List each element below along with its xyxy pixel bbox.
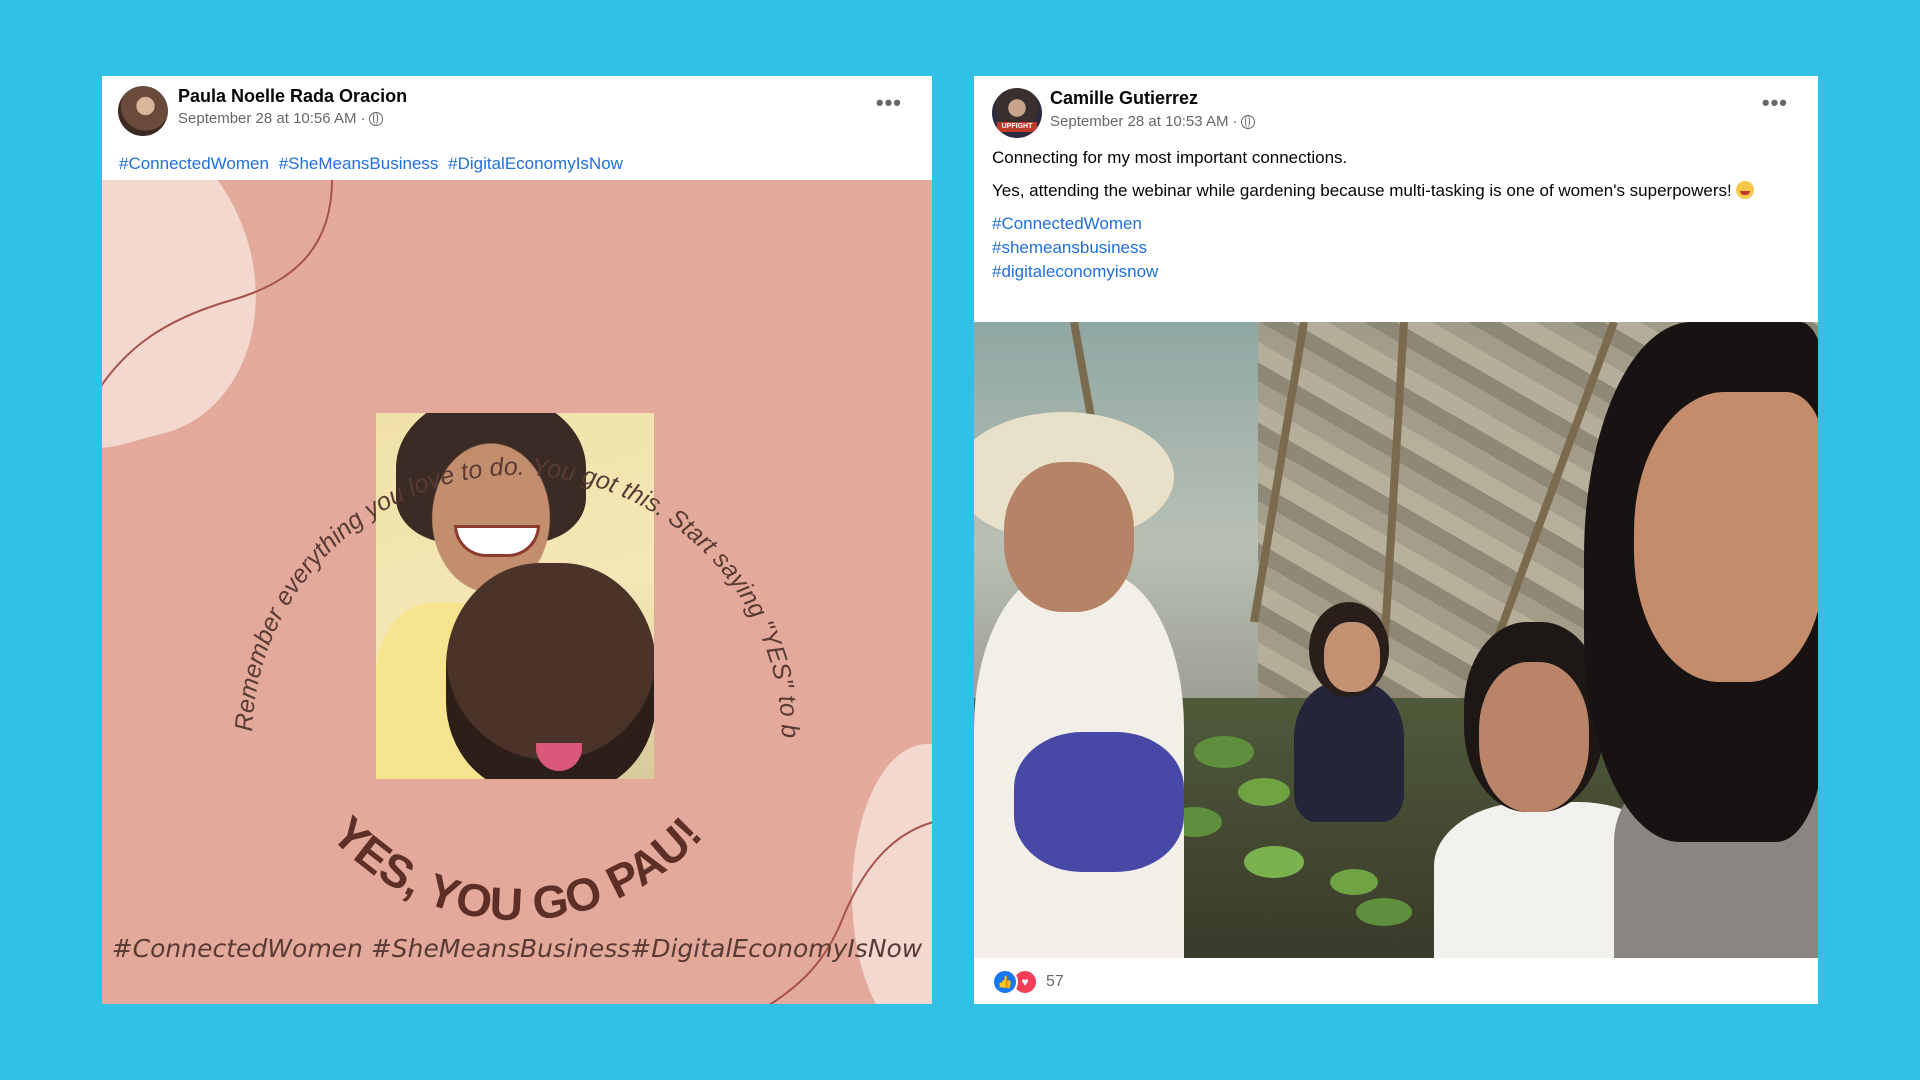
hashtag-link[interactable]: #ConnectedWomen — [992, 212, 1800, 236]
more-options-icon[interactable]: ••• — [1762, 92, 1788, 114]
hashtag-link[interactable]: #SheMeansBusiness — [279, 154, 439, 173]
post-header: Paula Noelle Rada Oracion September 28 a… — [102, 76, 932, 146]
hashtag-link[interactable]: #DigitalEconomyIsNow — [448, 154, 623, 173]
post-hashtags: #ConnectedWomen #shemeansbusiness #digit… — [974, 212, 1818, 284]
reactions-bar[interactable]: 👍 ♥ 57 — [992, 969, 1064, 995]
post-timestamp[interactable]: September 28 at 10:56 AM — [178, 110, 356, 127]
poster-hashtags: #ConnectedWomen #SheMeansBusiness#Digita… — [111, 934, 923, 963]
poster-text-art: Remember everything you love to do. You … — [102, 180, 804, 930]
svg-text:YES, YOU GO PAU!: YES, YOU GO PAU! — [322, 806, 711, 930]
poster-arc-quote: Remember everything you love to do. You … — [102, 180, 804, 739]
post-card-camille: UPFIGHT Camille Gutierrez September 28 a… — [974, 76, 1818, 1004]
hashtag-link[interactable]: #ConnectedWomen — [119, 154, 269, 173]
svg-text:Remember everything you love t: Remember everything you love to do. You … — [102, 180, 804, 739]
globe-icon — [369, 111, 384, 126]
post-text-line: Yes, attending the webinar while gardeni… — [992, 179, 1800, 203]
more-options-icon[interactable]: ••• — [876, 92, 902, 114]
poster-headline: YES, YOU GO PAU! — [322, 806, 711, 930]
avatar-badge: UPFIGHT — [997, 122, 1037, 132]
like-icon: 👍 — [992, 969, 1018, 995]
author-name[interactable]: Paula Noelle Rada Oracion — [178, 86, 407, 107]
author-avatar[interactable]: UPFIGHT — [992, 88, 1042, 138]
reaction-count[interactable]: 57 — [1046, 973, 1064, 991]
post-meta: September 28 at 10:56 AM · — [178, 110, 384, 127]
hashtag-link[interactable]: #digitaleconomyisnow — [992, 260, 1800, 284]
globe-icon — [1241, 114, 1256, 129]
grinning-emoji-icon — [1736, 181, 1755, 199]
hashtag-link[interactable]: #shemeansbusiness — [992, 236, 1800, 260]
post-image-poster[interactable]: Remember everything you love to do. You … — [102, 180, 932, 1004]
post-body: Connecting for my most important connect… — [974, 146, 1818, 203]
post-text-line: Connecting for my most important connect… — [992, 148, 1348, 167]
post-card-paula: Paula Noelle Rada Oracion September 28 a… — [102, 76, 932, 1004]
meta-separator: · — [360, 110, 366, 127]
post-header: UPFIGHT Camille Gutierrez September 28 a… — [974, 76, 1818, 146]
post-meta: September 28 at 10:53 AM · — [1050, 113, 1256, 130]
post-timestamp[interactable]: September 28 at 10:53 AM — [1050, 113, 1228, 130]
meta-separator: · — [1232, 113, 1238, 130]
post-image-photo[interactable] — [974, 322, 1818, 958]
author-avatar[interactable] — [118, 86, 168, 136]
author-name[interactable]: Camille Gutierrez — [1050, 88, 1198, 109]
